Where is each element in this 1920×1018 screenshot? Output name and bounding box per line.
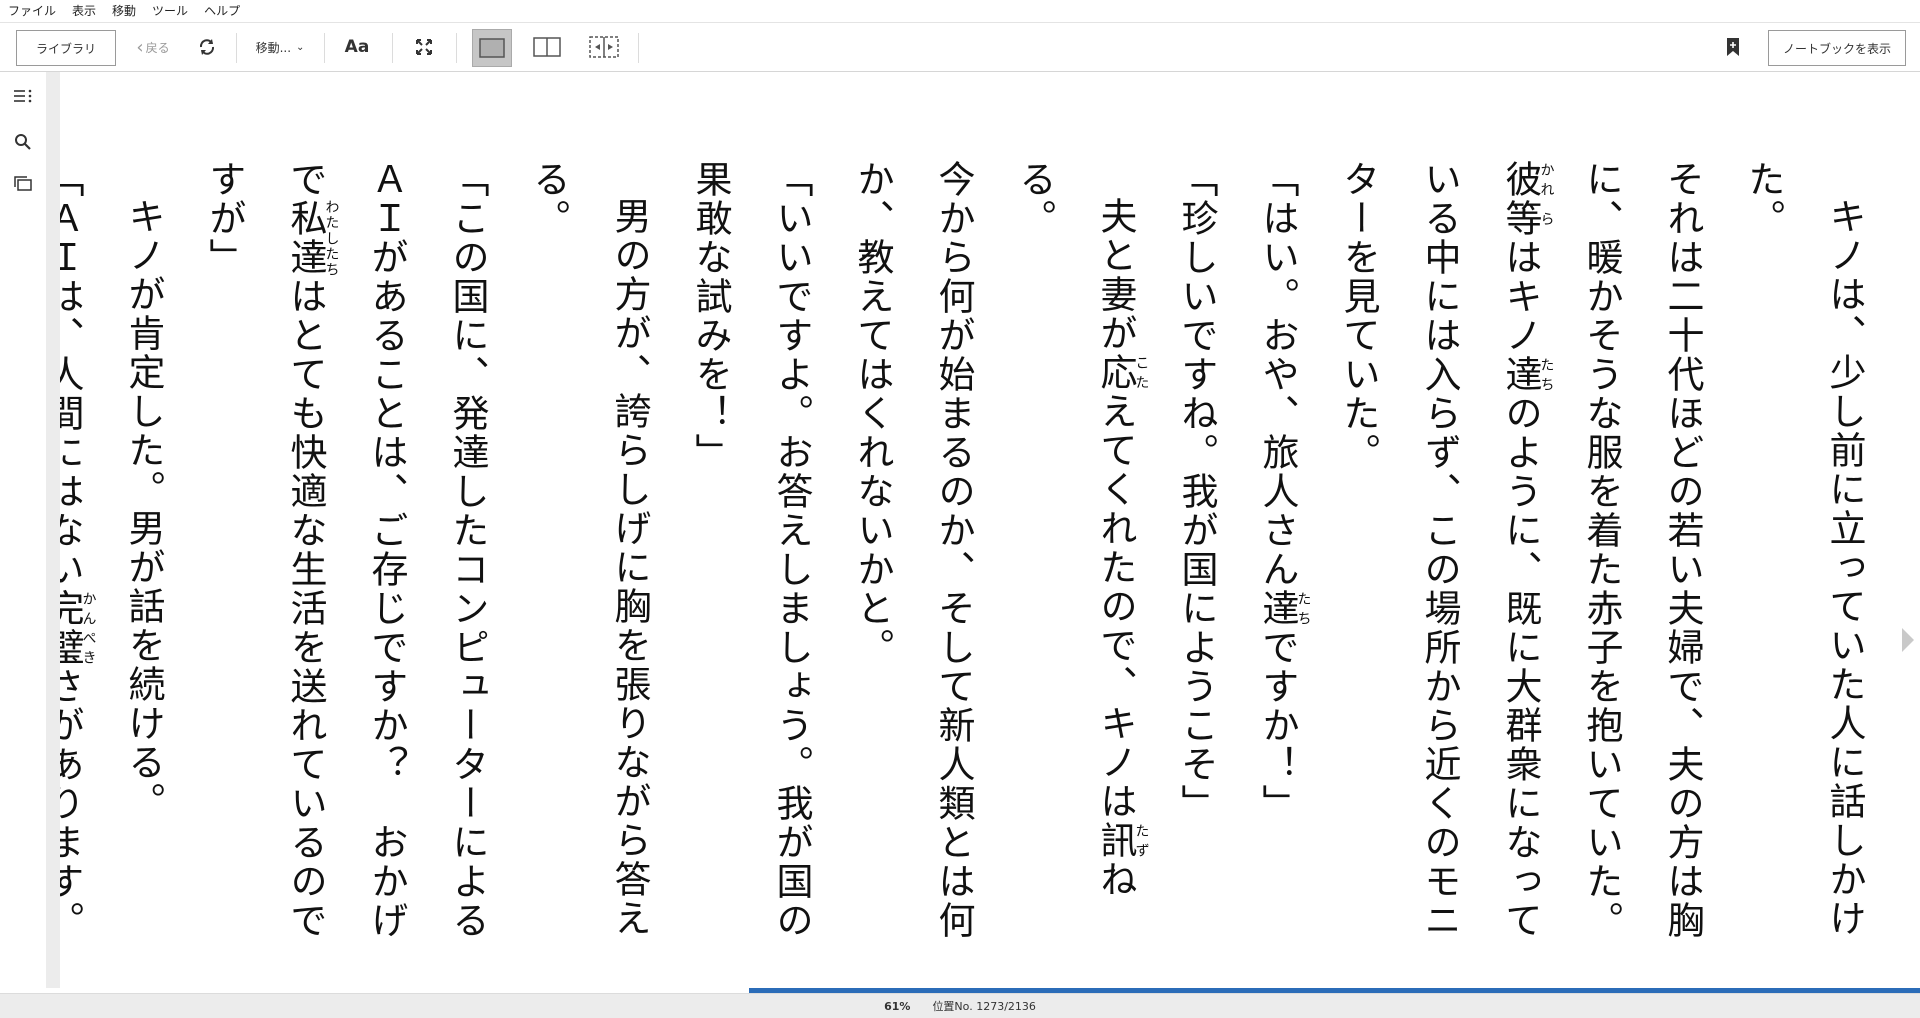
back-button[interactable]: ‹ 戻る bbox=[126, 29, 180, 65]
toolbar-divider bbox=[236, 33, 237, 63]
flashcards-button[interactable] bbox=[11, 172, 35, 196]
refresh-icon bbox=[199, 39, 215, 55]
show-notebook-button[interactable]: ノートブックを表示 bbox=[1768, 30, 1906, 66]
status-bar: 61% 位置No. 1273/2136 bbox=[0, 993, 1920, 1018]
back-label: 戻る bbox=[145, 40, 170, 55]
paragraph: 「この国に、発達したコンピューターによるＡＩがあることは、ご存じですか？ おかげ… bbox=[203, 160, 489, 940]
page-gutter bbox=[46, 72, 60, 990]
paragraph: それは二十代ほどの若い夫婦で、夫の方は胸に、暖かそうな服を着た赤子を抱いていた。… bbox=[1337, 160, 1704, 940]
toolbar: ライブラリ ‹ 戻る 移動... ⌄ Aa ノートブックを表示 bbox=[0, 23, 1920, 72]
single-page-icon bbox=[479, 38, 505, 58]
toolbar-divider bbox=[324, 33, 325, 63]
toc-icon bbox=[14, 89, 32, 103]
paragraph: キノが肯定した。男が話を続ける。 bbox=[122, 197, 165, 821]
toolbar-divider bbox=[638, 33, 639, 63]
toolbar-divider bbox=[392, 33, 393, 63]
two-page-icon bbox=[533, 37, 561, 57]
two-page-view-button[interactable] bbox=[528, 29, 566, 65]
library-button[interactable]: ライブラリ bbox=[16, 30, 116, 66]
paragraph: 「いいですよ。お答えしましょう。我が国の果敢な試みを！」 bbox=[689, 160, 813, 940]
paragraph: 「はい。おや、旅人さん達たちですか！」 bbox=[1256, 160, 1312, 823]
location-readout: 位置No. 1273/2136 bbox=[932, 1000, 1036, 1013]
menu-tools[interactable]: ツール bbox=[144, 0, 196, 22]
paragraph: 男の方が、誇らしげに胸を張りながら答える。 bbox=[527, 160, 651, 938]
chevron-left-icon: ‹ bbox=[136, 36, 144, 58]
paragraph: 夫と妻が応こたえてくれたので、キノは訊たずねる。 bbox=[1013, 160, 1150, 899]
bookmark-button[interactable] bbox=[1718, 29, 1748, 65]
bookmark-icon bbox=[1727, 38, 1739, 56]
chevron-down-icon: ⌄ bbox=[296, 41, 305, 53]
menu-go[interactable]: 移動 bbox=[104, 0, 144, 22]
paragraph: 今から何が始まるのか、そして新人類とは何か、教えてはくれないかと。 bbox=[851, 160, 975, 940]
paragraph: 「ＡＩは、人間にはない完璧かんぺきさがあります。そこで私達わたしたちは考えました… bbox=[60, 160, 97, 940]
paragraph: キノは、少し前に立っていた人に話しかけた。 bbox=[1742, 160, 1866, 938]
search-icon bbox=[15, 134, 31, 150]
menu-help[interactable]: ヘルプ bbox=[196, 0, 248, 22]
progress-percent: 61% bbox=[884, 999, 911, 1013]
next-page-arrow-icon[interactable] bbox=[1901, 627, 1915, 653]
left-rail bbox=[0, 72, 46, 990]
single-page-view-button[interactable] bbox=[472, 29, 512, 67]
book-text: キノは、少し前に立っていた人に話しかけた。 それは二十代ほどの若い夫婦で、夫の方… bbox=[60, 160, 1885, 970]
page-flip-view-button[interactable] bbox=[584, 29, 624, 65]
refresh-button[interactable] bbox=[190, 29, 224, 65]
paragraph: 「珍しいですね。我が国にようこそ」 bbox=[1175, 160, 1218, 823]
toc-button[interactable] bbox=[11, 84, 35, 108]
font-settings-button[interactable]: Aa bbox=[340, 29, 374, 65]
menu-view[interactable]: 表示 bbox=[64, 0, 104, 22]
search-button[interactable] bbox=[11, 130, 35, 154]
page-flip-icon bbox=[589, 36, 619, 58]
flashcards-icon bbox=[14, 176, 32, 191]
menu-file[interactable]: ファイル bbox=[0, 0, 64, 22]
goto-dropdown[interactable]: 移動... ⌄ bbox=[248, 29, 312, 65]
reading-page[interactable]: キノは、少し前に立っていた人に話しかけた。 それは二十代ほどの若い夫婦で、夫の方… bbox=[60, 72, 1915, 988]
fullscreen-icon bbox=[416, 39, 432, 55]
menu-bar: ファイル 表示 移動 ツール ヘルプ bbox=[0, 0, 1920, 23]
goto-label: 移動... bbox=[255, 40, 292, 55]
fullscreen-button[interactable] bbox=[406, 29, 442, 65]
toolbar-divider bbox=[456, 33, 457, 63]
